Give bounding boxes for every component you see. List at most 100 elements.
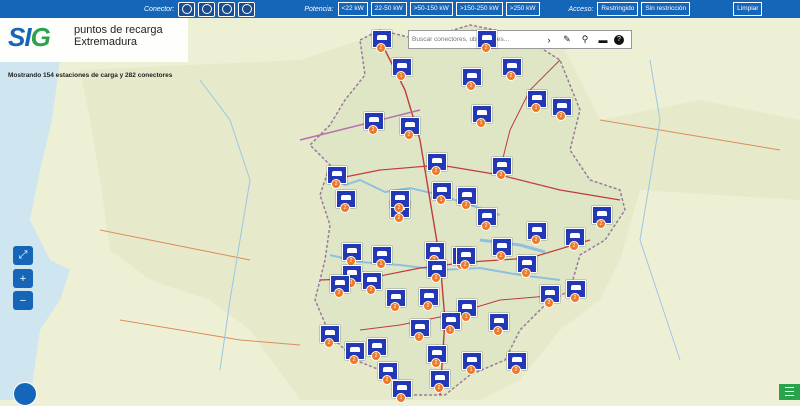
power-filter-150-250[interactable]: >150-250 kW [455, 2, 503, 16]
fullscreen-icon: ⤢ [18, 249, 28, 261]
connector-count-badge: 2 [414, 332, 424, 342]
charging-station-marker[interactable]: 2 [372, 30, 392, 53]
charging-station-marker[interactable]: 2 [336, 190, 356, 213]
access-label: Acceso: [568, 5, 594, 13]
menu-button[interactable] [779, 384, 800, 400]
charging-station-marker[interactable]: 2 [477, 208, 497, 231]
charging-station-marker[interactable]: 2 [507, 352, 527, 375]
connector-count-badge: 2 [556, 111, 566, 121]
charging-station-marker[interactable]: 2 [400, 117, 420, 140]
charging-station-marker[interactable]: 1 [392, 58, 412, 81]
charging-station-marker[interactable]: 2 [565, 228, 585, 251]
access-restricted-button[interactable]: Restringido [597, 2, 639, 16]
charging-station-marker[interactable]: 2 [489, 313, 509, 336]
charging-station-marker[interactable]: 1 [441, 312, 461, 335]
charging-station-marker[interactable]: 2 [427, 153, 447, 176]
connector-type2-icon[interactable] [198, 1, 216, 17]
charging-station-marker[interactable]: 2 [457, 187, 477, 210]
power-filter-22-50[interactable]: 22-50 kW [370, 2, 407, 16]
connector-count-badge: 2 [569, 241, 579, 251]
connector-count-badge: 2 [434, 383, 444, 393]
power-filter-lt22[interactable]: <22 kW [337, 2, 368, 16]
filter-toolbar: Conector: Potencia: <22 kW 22-50 kW >50-… [0, 0, 800, 18]
charging-station-marker[interactable]: 2 [362, 272, 382, 295]
location-pin-icon[interactable]: ⚲ [578, 33, 592, 47]
charging-station-marker[interactable]: 2 [527, 222, 547, 245]
connector-count-badge: 2 [390, 302, 400, 312]
charging-station-marker[interactable]: 2 [320, 325, 340, 348]
connector-count-badge: 2 [394, 203, 404, 213]
charging-station-marker[interactable]: 2 [477, 30, 497, 53]
charging-station-marker[interactable]: 2 [327, 166, 347, 189]
connector-count-badge: 2 [521, 268, 531, 278]
zoom-out-button[interactable]: − [13, 291, 33, 310]
charging-station-marker[interactable]: 1 [527, 90, 547, 113]
logo-brand-accent: G [30, 22, 51, 52]
connector-count-badge: 2 [531, 235, 541, 245]
charging-station-marker[interactable]: 2 [378, 362, 398, 385]
connector-count-badge: 1 [396, 71, 406, 81]
paintbrush-icon[interactable]: ✎ [560, 33, 574, 47]
connector-count-badge: 1 [376, 259, 386, 269]
charging-station-marker[interactable]: 2 [330, 275, 350, 298]
connector-count-badge: 2 [496, 170, 506, 180]
charging-station-marker[interactable]: 2 [540, 285, 560, 308]
charging-station-marker[interactable]: 2 [462, 68, 482, 91]
connector-type1-icon[interactable] [178, 1, 196, 17]
power-filter-50-150[interactable]: >50-150 kW [409, 2, 453, 16]
arrow-right-icon[interactable]: › [542, 33, 556, 47]
car-icon[interactable]: ▬ [596, 33, 610, 47]
charging-station-marker[interactable]: 2 [492, 238, 512, 261]
connector-count-badge: 1 [461, 312, 471, 322]
connector-count-badge: 2 [544, 298, 554, 308]
charging-station-marker[interactable]: 2 [386, 289, 406, 312]
search-bar: › ✎ ⚲ ▬ ? [408, 30, 632, 49]
connector-ccs-icon[interactable] [218, 1, 236, 17]
charging-station-marker[interactable]: 2 [342, 243, 362, 266]
help-icon[interactable]: ? [614, 34, 624, 45]
connector-count-badge: 2 [481, 43, 491, 53]
logo-line1: puntos de recarga [74, 24, 163, 36]
connector-count-badge: 2 [493, 326, 503, 336]
access-unrestricted-button[interactable]: Sin restricción [641, 2, 691, 16]
charging-station-marker[interactable]: 1 [472, 105, 492, 128]
power-filter-gt250[interactable]: >250 kW [505, 2, 540, 16]
connector-count-badge: 1 [436, 195, 446, 205]
connector-count-badge: 2 [324, 338, 334, 348]
connector-count-badge: 1 [476, 118, 486, 128]
charging-station-marker[interactable]: 1 [372, 246, 392, 269]
connector-count-badge: 2 [431, 358, 441, 368]
charging-station-marker[interactable]: 2 [517, 255, 537, 278]
fullscreen-button[interactable]: ⤢ [13, 246, 33, 265]
charging-station-marker[interactable]: 2 [419, 288, 439, 311]
connector-count-badge: 2 [466, 81, 476, 91]
app-logo: SIG puntos de recarga Extremadura Mostra… [0, 18, 188, 79]
charging-station-marker[interactable]: 1 [462, 352, 482, 375]
connector-count-badge: 2 [394, 213, 404, 223]
charging-station-marker[interactable]: 2 [390, 190, 410, 213]
search-input[interactable] [409, 35, 538, 44]
zoom-out-icon: − [19, 294, 27, 307]
charging-station-marker[interactable]: 2 [410, 319, 430, 342]
charging-station-marker[interactable]: 2 [552, 98, 572, 121]
charging-station-marker[interactable]: 2 [492, 157, 512, 180]
logo-brand-main: SI [8, 22, 32, 52]
locate-button[interactable] [13, 382, 37, 406]
charging-station-marker[interactable]: 2 [566, 280, 586, 303]
charging-station-marker[interactable]: 2 [430, 370, 450, 393]
zoom-in-button[interactable]: + [13, 269, 33, 288]
charging-station-marker[interactable]: 2 [592, 206, 612, 229]
charging-station-marker[interactable]: 2 [427, 260, 447, 283]
charging-station-marker[interactable]: 2 [367, 338, 387, 361]
charging-station-marker[interactable]: 1 [432, 182, 452, 205]
clear-button[interactable]: Limpiar [733, 2, 763, 16]
charging-station-marker[interactable]: 2 [427, 345, 447, 368]
connector-chademo-icon[interactable] [238, 1, 256, 17]
charging-station-marker[interactable]: 2 [502, 58, 522, 81]
charging-station-marker[interactable]: 2 [364, 112, 384, 135]
charging-station-marker[interactable]: 2 [425, 242, 445, 265]
charging-station-marker[interactable]: 2 [456, 247, 476, 270]
charging-station-marker[interactable]: 2 [345, 342, 365, 365]
connector-count-badge: 2 [376, 43, 386, 53]
charging-station-marker[interactable]: 1 [392, 380, 412, 403]
